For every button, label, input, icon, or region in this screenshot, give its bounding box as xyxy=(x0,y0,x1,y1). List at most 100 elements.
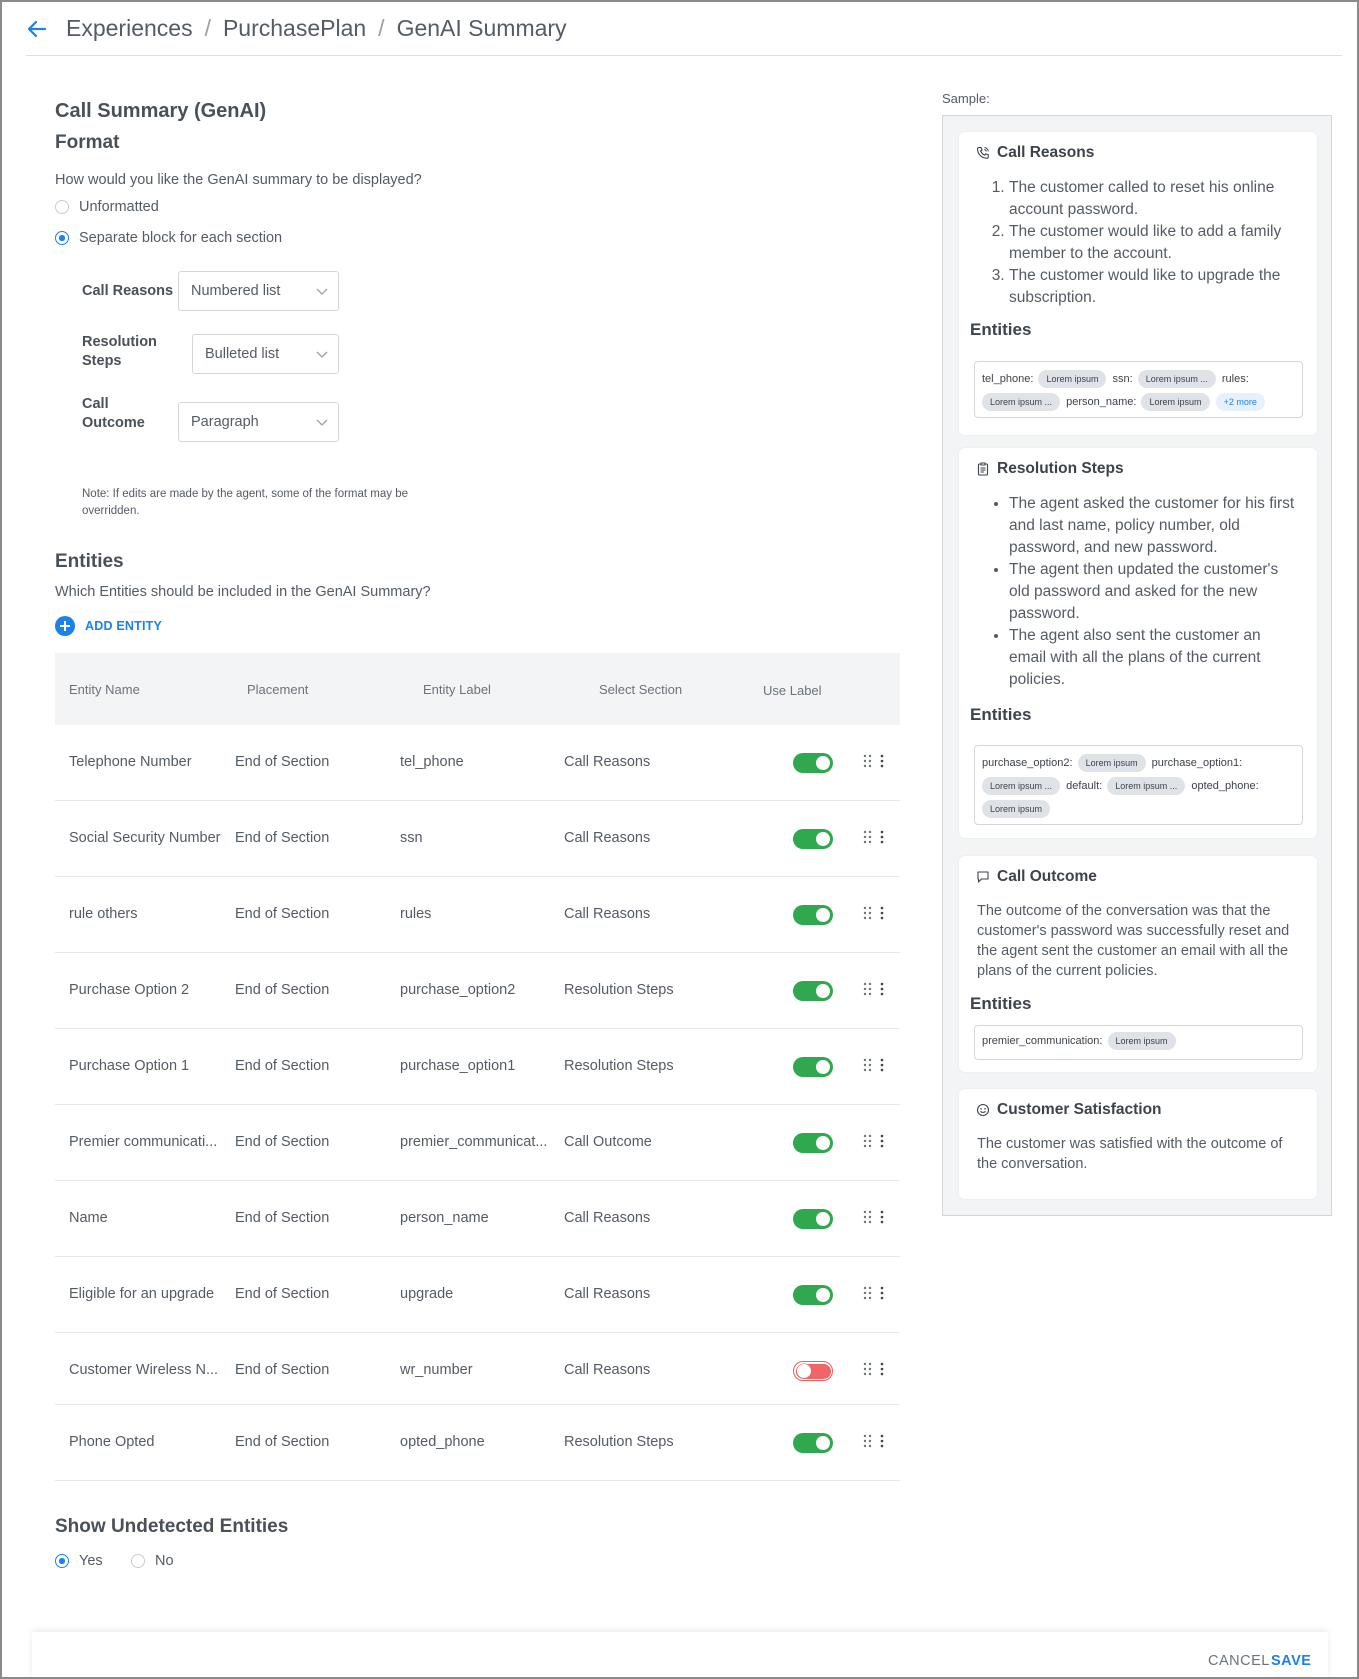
drag-handle-icon[interactable] xyxy=(863,906,872,920)
more-options-icon[interactable] xyxy=(880,1058,884,1072)
cell-section: Call Outcome xyxy=(564,1134,652,1150)
use-label-toggle[interactable] xyxy=(793,829,833,849)
cell-label: purchase_option2 xyxy=(400,982,516,998)
cell-label: upgrade xyxy=(400,1286,454,1302)
drag-handle-icon[interactable] xyxy=(863,1134,872,1148)
entities-heading: Entities xyxy=(55,551,124,572)
sample-card-call-outcome: Call Outcome The outcome of the conversa… xyxy=(959,856,1317,1072)
radio-label: Separate block for each section xyxy=(79,230,283,246)
card-title: Resolution Steps xyxy=(997,460,1124,477)
table-row: Name End of Section person_name Call Reason… xyxy=(55,1181,900,1257)
list-item: The agent also sent the customer an emai… xyxy=(1009,625,1299,691)
sample-card-call-reasons: Call Reasons The customer called to rese… xyxy=(959,132,1317,435)
cell-section: Call Reasons xyxy=(564,754,651,770)
cell-label: rules xyxy=(400,906,432,922)
list-item: The agent then updated the customer's ol… xyxy=(1009,559,1299,625)
entities-chip-box: premier_communication: Lorem ipsum xyxy=(974,1025,1303,1060)
entities-subheading: Entities xyxy=(970,320,1032,339)
more-options-icon[interactable] xyxy=(880,982,884,996)
cell-label: person_name xyxy=(400,1210,489,1226)
entities-subheading: Entities xyxy=(970,705,1032,724)
entities-chip-box: tel_phone: Lorem ipsum ssn: Lorem ipsum … xyxy=(974,361,1303,418)
table-row: Purchase Option 1 End of Section purchase_… xyxy=(55,1029,900,1105)
back-arrow-icon[interactable] xyxy=(26,18,48,40)
use-label-toggle[interactable] xyxy=(793,1433,833,1453)
format-note: Note: If edits are made by the agent, so… xyxy=(82,488,409,517)
use-label-toggle[interactable] xyxy=(793,981,833,1001)
use-label-toggle[interactable] xyxy=(793,905,833,925)
column-header: Placement xyxy=(247,682,309,697)
radio-separate-block[interactable]: Separate block for each section xyxy=(55,230,282,246)
call-outcome-format-select[interactable]: Paragraph xyxy=(178,402,339,442)
use-label-toggle[interactable] xyxy=(793,1209,833,1229)
card-title: Call Outcome xyxy=(997,868,1097,885)
radio-unformatted[interactable]: Unformatted xyxy=(55,199,159,215)
add-entity-button[interactable]: ADD ENTITY xyxy=(55,616,162,636)
resolution-steps-format-select[interactable]: Bulleted list xyxy=(192,334,339,374)
more-options-icon[interactable] xyxy=(880,1134,884,1148)
radio-circle-selected[interactable] xyxy=(55,1554,69,1568)
use-label-toggle[interactable] xyxy=(793,1285,833,1305)
radio-undetected-yes[interactable]: Yes xyxy=(55,1553,103,1569)
radio-circle[interactable] xyxy=(131,1554,145,1568)
chevron-down-icon xyxy=(316,351,328,358)
entity-key: opted_phone: xyxy=(1191,780,1259,792)
table-row: Social Security Number End of Section ssn C… xyxy=(55,801,900,877)
more-options-icon[interactable] xyxy=(880,830,884,844)
cell-label: purchase_option1 xyxy=(400,1058,516,1074)
cell-name: Telephone Number xyxy=(69,754,192,770)
cancel-button[interactable]: CANCEL xyxy=(1208,1653,1270,1669)
chevron-down-icon xyxy=(316,288,328,295)
cell-placement: End of Section xyxy=(235,906,330,922)
column-header: Use Label xyxy=(763,683,822,698)
table-row: rule others End of Section rules Call Reaso… xyxy=(55,877,900,953)
breadcrumb-current: GenAI Summary xyxy=(396,14,567,41)
radio-circle-selected[interactable] xyxy=(55,231,69,245)
drag-handle-icon[interactable] xyxy=(863,1210,872,1224)
card-title: Customer Satisfaction xyxy=(997,1101,1162,1118)
sample-card-resolution-steps: Resolution Steps The agent asked the cus… xyxy=(959,448,1317,838)
breadcrumb-separator: / xyxy=(204,14,211,41)
drag-handle-icon[interactable] xyxy=(863,830,872,844)
table-row: Purchase Option 2 End of Section purchase_… xyxy=(55,953,900,1029)
cell-section: Resolution Steps xyxy=(564,1434,674,1450)
cell-label: ssn xyxy=(400,830,423,846)
use-label-toggle[interactable] xyxy=(793,1057,833,1077)
cell-name: Name xyxy=(69,1210,108,1226)
use-label-toggle[interactable] xyxy=(793,1361,833,1381)
table-row: Premier communicati... End of Section prem… xyxy=(55,1105,900,1181)
more-options-icon[interactable] xyxy=(880,1362,884,1376)
drag-handle-icon[interactable] xyxy=(863,1058,872,1072)
more-options-icon[interactable] xyxy=(880,1210,884,1224)
entity-key: purchase_option2: xyxy=(982,757,1073,769)
drag-handle-icon[interactable] xyxy=(863,1286,872,1300)
drag-handle-icon[interactable] xyxy=(863,754,872,768)
radio-circle[interactable] xyxy=(55,200,69,214)
drag-handle-icon[interactable] xyxy=(863,1362,872,1376)
more-options-icon[interactable] xyxy=(880,1286,884,1300)
cell-placement: End of Section xyxy=(235,754,330,770)
more-options-icon[interactable] xyxy=(880,754,884,768)
call-reasons-format-select[interactable]: Numbered list xyxy=(178,271,339,311)
table-row: Telephone Number End of Section tel_phone C… xyxy=(55,725,900,801)
entity-chip: Lorem ipsum xyxy=(1107,1032,1176,1051)
cell-section: Call Reasons xyxy=(564,1286,651,1302)
more-options-icon[interactable] xyxy=(880,906,884,920)
call-outcome-format-label: Call Outcome xyxy=(82,396,145,431)
use-label-toggle[interactable] xyxy=(793,753,833,773)
cell-name: Premier communicati... xyxy=(69,1134,218,1150)
more-options-icon[interactable] xyxy=(880,1434,884,1448)
radio-undetected-no[interactable]: No xyxy=(131,1553,174,1569)
save-button[interactable]: SAVE xyxy=(1271,1653,1311,1669)
smile-icon xyxy=(976,1103,990,1117)
cell-label: wr_number xyxy=(400,1362,473,1378)
entity-key: ssn: xyxy=(1112,373,1133,385)
drag-handle-icon[interactable] xyxy=(863,982,872,996)
use-label-toggle[interactable] xyxy=(793,1133,833,1153)
breadcrumb-purchaseplan[interactable]: PurchasePlan xyxy=(223,15,366,42)
radio-label: No xyxy=(155,1553,174,1569)
more-chip[interactable]: +2 more xyxy=(1215,393,1265,412)
breadcrumb-experiences[interactable]: Experiences xyxy=(66,15,193,42)
drag-handle-icon[interactable] xyxy=(863,1434,872,1448)
cell-name: rule others xyxy=(69,906,138,922)
